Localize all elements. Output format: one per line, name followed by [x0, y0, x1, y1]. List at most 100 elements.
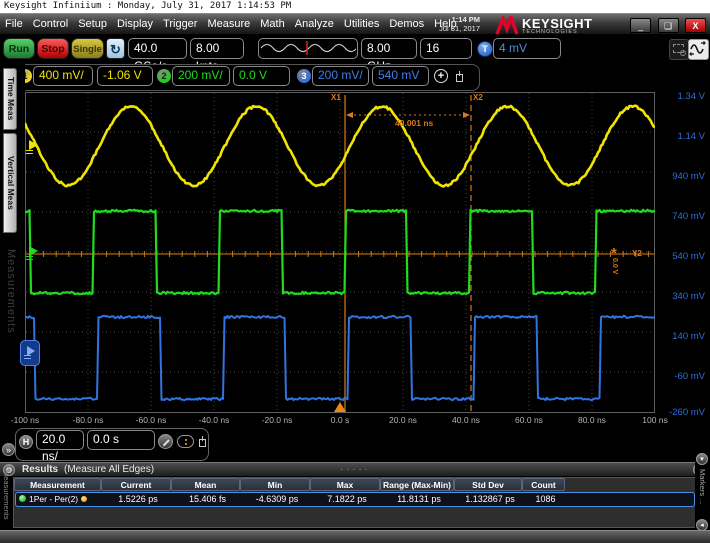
menu-measure[interactable]: Measure: [202, 18, 255, 30]
time-label: -20.0 ns: [254, 415, 300, 425]
menu-analyze[interactable]: Analyze: [290, 18, 339, 30]
scope-display[interactable]: X1 X2 40.001 ns * → Y2 0.0 V: [25, 92, 655, 413]
bottom-status-strip: [0, 530, 710, 543]
cursor-delta-label: 40.001 ns: [395, 118, 433, 128]
title-bar: Keysight Infiniium : Monday, July 31, 20…: [0, 0, 710, 13]
add-channel-icon[interactable]: +: [434, 69, 448, 83]
single-button[interactable]: Single: [71, 38, 104, 59]
keysight-logo: KEYSIGHT TECHNOLOGIES: [495, 16, 592, 36]
menu-display[interactable]: Display: [112, 18, 158, 30]
tab-vertical-meas[interactable]: Vertical Meas: [3, 133, 17, 233]
voltage-label: 540 mV: [655, 251, 705, 262]
sample-rate-field[interactable]: 40.0 GSa/s: [128, 38, 187, 59]
stop-button[interactable]: Stop: [37, 38, 69, 59]
menu-file[interactable]: File: [0, 18, 28, 30]
menu-trigger[interactable]: Trigger: [158, 18, 202, 30]
voltage-label: 340 mV: [655, 291, 705, 302]
time-label: 20.0 ns: [380, 415, 426, 425]
measurement-value: 15.406 fs: [173, 493, 242, 506]
measurement-value: 11.8131 ps: [382, 493, 456, 506]
trigger-source-icon[interactable]: T: [477, 41, 493, 57]
markers-tab[interactable]: Markers ...: [698, 469, 707, 517]
time-label: -40.0 ns: [191, 415, 237, 425]
channel-1-scale-field[interactable]: 400 mV/: [33, 66, 93, 86]
time-label: 60.0 ns: [506, 415, 552, 425]
time-label: -100 ns: [2, 415, 48, 425]
measurement-row[interactable]: 1Per - Per(2)1.5226 ps15.406 fs-4.6309 p…: [15, 492, 695, 507]
averages-field[interactable]: 16: [420, 38, 472, 59]
y2-value-label: 0.0 V: [611, 258, 618, 274]
column-header: Count: [522, 478, 565, 491]
x1-cursor-label[interactable]: X1: [331, 93, 341, 102]
results-panel: MeasurementCurrentMeanMinMaxRange (Max-M…: [13, 477, 697, 528]
channel-3-ground-marker[interactable]: [20, 340, 40, 366]
menu-math[interactable]: Math: [255, 18, 289, 30]
tab-time-meas[interactable]: Time Meas: [3, 68, 17, 130]
panel-drag-handle[interactable]: · · · · ·: [340, 463, 368, 476]
keysight-spark-icon: [495, 16, 519, 36]
measurement-value: 7.1822 ps: [312, 493, 382, 506]
trigger-marker-icon: [334, 402, 346, 412]
column-header: Min: [240, 478, 310, 491]
menu-items: FileControlSetupDisplayTriggerMeasureMat…: [0, 18, 462, 30]
x2-cursor-label[interactable]: X2: [473, 93, 483, 102]
channel-3-scale-field[interactable]: 200 mV/: [312, 66, 369, 86]
run-button[interactable]: Run: [3, 38, 35, 59]
pin-icon[interactable]: [455, 71, 463, 82]
time-label: -60.0 ns: [128, 415, 174, 425]
toolbar: Run Stop Single ↻ 40.0 GSa/s 8.00 kpts 8…: [0, 35, 710, 64]
close-button[interactable]: X: [685, 18, 706, 33]
minimize-button[interactable]: _: [630, 18, 651, 33]
timebase-bar: » H 20.0 ns/ 0.0 s: [0, 425, 710, 462]
results-subtitle: (Measure All Edges): [64, 463, 154, 476]
timebase-scale-field[interactable]: 20.0 ns/: [36, 430, 84, 450]
menu-control[interactable]: Control: [28, 18, 73, 30]
clock: 1:14 PM Jul 31, 2017: [410, 15, 480, 33]
measurements-watermark: Measurements: [5, 249, 17, 334]
waveform-preview[interactable]: [258, 38, 358, 59]
voltage-label: 140 mV: [655, 331, 705, 342]
channel-3-button[interactable]: 3: [297, 69, 311, 83]
expand-icon[interactable]: »: [2, 443, 15, 456]
bandwidth-field[interactable]: 8.00 GHz: [361, 38, 417, 59]
voltage-label: 1.14 V: [655, 131, 705, 142]
trigger-position-icon[interactable]: [177, 435, 194, 448]
acquisition-preview-icon: [259, 39, 356, 57]
column-header: Mean: [171, 478, 240, 491]
voltage-label: 940 mV: [655, 171, 705, 182]
column-header: Current: [101, 478, 171, 491]
menu-bar: FileControlSetupDisplayTriggerMeasureMat…: [0, 13, 710, 35]
channel-1-offset-field[interactable]: -1.06 V: [97, 66, 153, 86]
channel-2-scale-field[interactable]: 200 mV/: [172, 66, 230, 86]
scope-svg: [25, 92, 655, 413]
markers-collapse-down-icon[interactable]: ▾: [696, 453, 708, 465]
time-label: 100 ns: [632, 415, 678, 425]
measurement-value: 1.5226 ps: [103, 493, 173, 506]
memory-depth-field[interactable]: 8.00 kpts: [190, 38, 244, 59]
results-table-header: MeasurementCurrentMeanMinMaxRange (Max-M…: [14, 478, 696, 491]
menu-utilities[interactable]: Utilities: [339, 18, 384, 30]
autoscale-button[interactable]: ↻: [106, 38, 125, 59]
menu-setup[interactable]: Setup: [73, 18, 112, 30]
status-ok-icon: [19, 495, 26, 502]
channel-2-offset-field[interactable]: 0.0 V: [233, 66, 290, 86]
time-reference-icon[interactable]: [158, 434, 173, 449]
clock-date: Jul 31, 2017: [410, 24, 480, 33]
y2-cursor-label[interactable]: Y2: [632, 249, 642, 258]
measurement-value: -4.6309 ps: [242, 493, 312, 506]
maximize-button[interactable]: ❏: [658, 18, 679, 33]
timebase-position-field[interactable]: 0.0 s: [87, 430, 155, 450]
pin-icon-timebase[interactable]: [198, 436, 206, 447]
time-label: 40.0 ns: [443, 415, 489, 425]
horizontal-mode-icon[interactable]: [688, 39, 709, 60]
y2-arrow-icon: →: [621, 248, 629, 257]
column-header: Measurement: [14, 478, 101, 491]
channel-2-button[interactable]: 2: [157, 69, 171, 83]
channel-3-offset-field[interactable]: 540 mV: [372, 66, 429, 86]
window-controls: _ ❏ X: [628, 16, 706, 34]
horizontal-button[interactable]: H: [19, 435, 33, 449]
left-sidebar: Time Meas Vertical Meas Measurements: [0, 64, 25, 460]
zoom-select-icon[interactable]: [669, 39, 689, 60]
clock-time: 1:14 PM: [410, 15, 480, 24]
trigger-level-field[interactable]: 4 mV: [493, 38, 561, 59]
